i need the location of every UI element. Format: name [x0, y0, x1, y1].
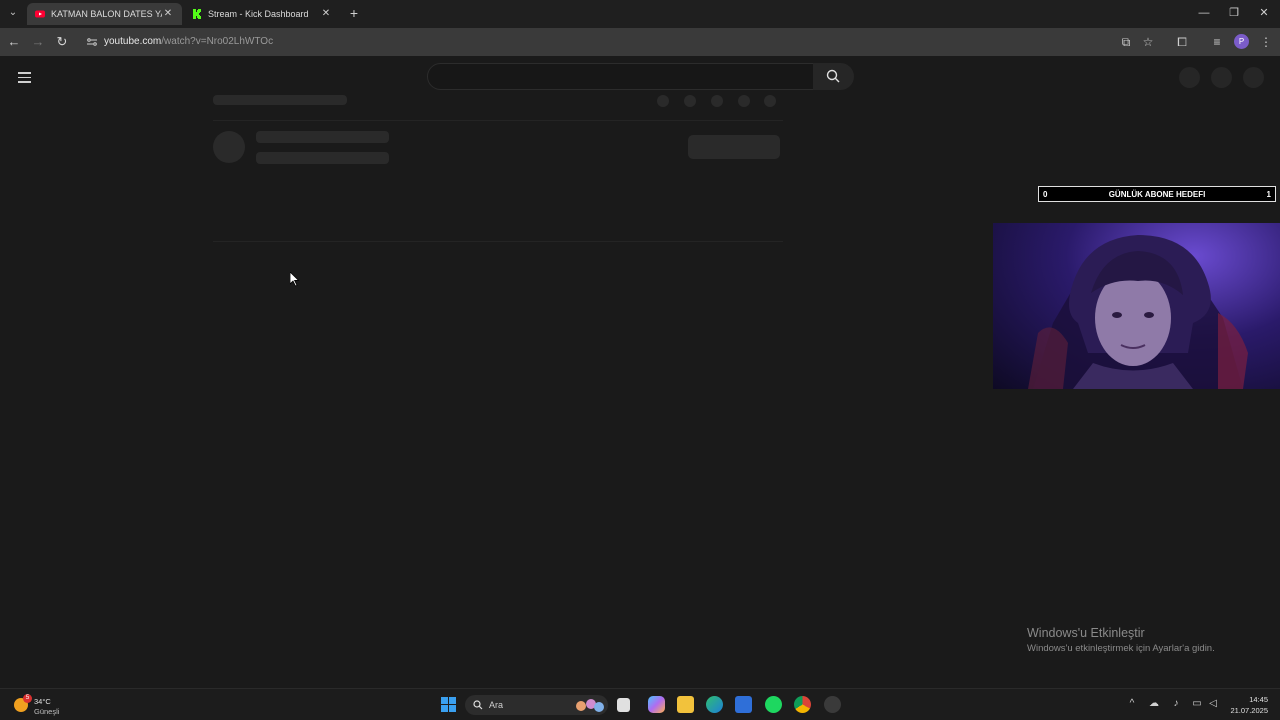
hamburger-menu-icon[interactable]: [18, 72, 31, 83]
daily-subscriber-goal-bar: 0 GÜNLÜK ABONE HEDEFI 1: [1038, 186, 1276, 202]
browser-tab-strip: ⌄ KATMAN BALON DATES YARIŞMA ✕ Stream - …: [0, 0, 1280, 28]
clock-date: 21.07.2025: [1230, 706, 1268, 715]
app-icon[interactable]: [824, 696, 841, 713]
skeleton-action: [738, 95, 750, 107]
install-app-icon[interactable]: ⧉: [1118, 34, 1134, 50]
close-tab-icon[interactable]: ✕: [162, 8, 174, 20]
skeleton-action: [657, 95, 669, 107]
search-icon: [826, 69, 840, 83]
clock-time: 14:45: [1249, 695, 1268, 704]
url-path: /watch?v=Nro02LhWTOc: [161, 36, 274, 47]
back-arrow-icon[interactable]: ←: [6, 34, 22, 50]
search-input[interactable]: [427, 63, 814, 90]
goal-max: 1: [1266, 190, 1271, 199]
tab-title: Stream - Kick Dashboard: [208, 9, 309, 19]
forward-arrow-icon[interactable]: →: [30, 34, 46, 50]
chrome-icon[interactable]: [794, 696, 811, 713]
divider: [213, 241, 783, 242]
activation-title: Windows'u Etkinleştir: [1027, 626, 1145, 640]
mouse-cursor-icon: [290, 272, 300, 287]
file-explorer-icon[interactable]: [677, 696, 694, 713]
skeleton-channel-avatar: [213, 131, 245, 163]
volume-speaker-icon[interactable]: ◁: [1207, 698, 1219, 710]
tab-youtube[interactable]: KATMAN BALON DATES YARIŞMA ✕: [27, 3, 182, 25]
browser-toolbar: ← → ↻ youtube.com/watch?v=Nro02LhWTOc ⧉ …: [0, 28, 1280, 56]
site-info-icon[interactable]: [86, 36, 98, 48]
spotify-icon[interactable]: [765, 696, 782, 713]
weather-condition: Güneşli: [34, 707, 60, 716]
skeleton-subscriber-count: [256, 152, 389, 164]
network-icon[interactable]: ▭: [1191, 698, 1203, 710]
search-highlight-icon: [576, 699, 604, 712]
url-host: youtube.com: [104, 36, 162, 47]
close-window-button[interactable]: ✕: [1254, 5, 1274, 21]
notification-badge: 5: [23, 694, 32, 703]
windows-start-icon[interactable]: [440, 696, 457, 713]
profile-avatar[interactable]: P: [1234, 34, 1249, 49]
close-tab-icon[interactable]: ✕: [320, 8, 332, 20]
weather-widget[interactable]: 5 34°C Güneşli: [12, 694, 92, 716]
goal-label: GÜNLÜK ABONE HEDEFI: [1108, 190, 1206, 199]
address-bar[interactable]: youtube.com/watch?v=Nro02LhWTOc: [80, 31, 1168, 53]
notifications-placeholder[interactable]: [1211, 67, 1232, 88]
tab-kick-dashboard[interactable]: Stream - Kick Dashboard ✕: [184, 3, 340, 25]
microphone-icon[interactable]: ♪: [1170, 698, 1182, 710]
taskbar-search-input[interactable]: Ara: [465, 695, 608, 715]
copilot-icon[interactable]: [648, 696, 665, 713]
bookmark-star-icon[interactable]: ☆: [1140, 34, 1156, 50]
windows-activation-watermark: Windows'u Etkinleştir Windows'u etkinleş…: [1027, 626, 1215, 654]
menu-kebab-icon[interactable]: ⋮: [1258, 34, 1274, 50]
microsoft-store-icon[interactable]: [735, 696, 752, 713]
edge-browser-icon[interactable]: [706, 696, 723, 713]
maximize-button[interactable]: ❐: [1224, 5, 1244, 21]
webcam-feed: [993, 223, 1280, 389]
skeleton-channel-name: [256, 131, 389, 143]
create-button-placeholder[interactable]: [1179, 67, 1200, 88]
url-text: youtube.com/watch?v=Nro02LhWTOc: [104, 36, 273, 47]
skeleton-action: [764, 95, 776, 107]
streamer-silhouette: [1028, 235, 1248, 389]
divider: [213, 120, 783, 121]
search-button[interactable]: [813, 63, 854, 90]
kick-icon: [193, 9, 201, 19]
tab-search-chevron-icon[interactable]: ⌄: [5, 5, 21, 21]
onedrive-cloud-icon[interactable]: ☁: [1148, 698, 1160, 710]
skeleton-subscribe-button: [688, 135, 780, 159]
taskbar-search-placeholder: Ara: [489, 700, 504, 710]
taskbar-clock[interactable]: 14:45 21.07.2025: [1222, 694, 1268, 716]
skeleton-action: [711, 95, 723, 107]
extensions-puzzle-icon[interactable]: ⧠: [1174, 34, 1190, 50]
skeleton-title: [213, 95, 347, 105]
media-controls-icon[interactable]: ≡: [1209, 34, 1225, 50]
minimize-button[interactable]: —: [1194, 5, 1214, 21]
new-tab-button[interactable]: +: [346, 5, 362, 21]
reload-icon[interactable]: ↻: [54, 34, 70, 50]
windows-taskbar: 5 34°C Güneşli Ara ^ ☁ ♪ ▭ ◁ 14:45 21.07…: [0, 688, 1280, 720]
search-icon: [473, 700, 483, 710]
skeleton-action: [684, 95, 696, 107]
tray-overflow-chevron-icon[interactable]: ^: [1126, 698, 1138, 710]
activation-subtitle: Windows'u etkinleştirmek için Ayarlar'a …: [1027, 643, 1215, 654]
youtube-icon: [35, 10, 45, 18]
account-avatar-placeholder[interactable]: [1243, 67, 1264, 88]
tab-title: KATMAN BALON DATES YARIŞMA: [51, 9, 162, 19]
weather-temp: 34°C: [34, 697, 51, 706]
task-view-icon[interactable]: [617, 698, 630, 712]
